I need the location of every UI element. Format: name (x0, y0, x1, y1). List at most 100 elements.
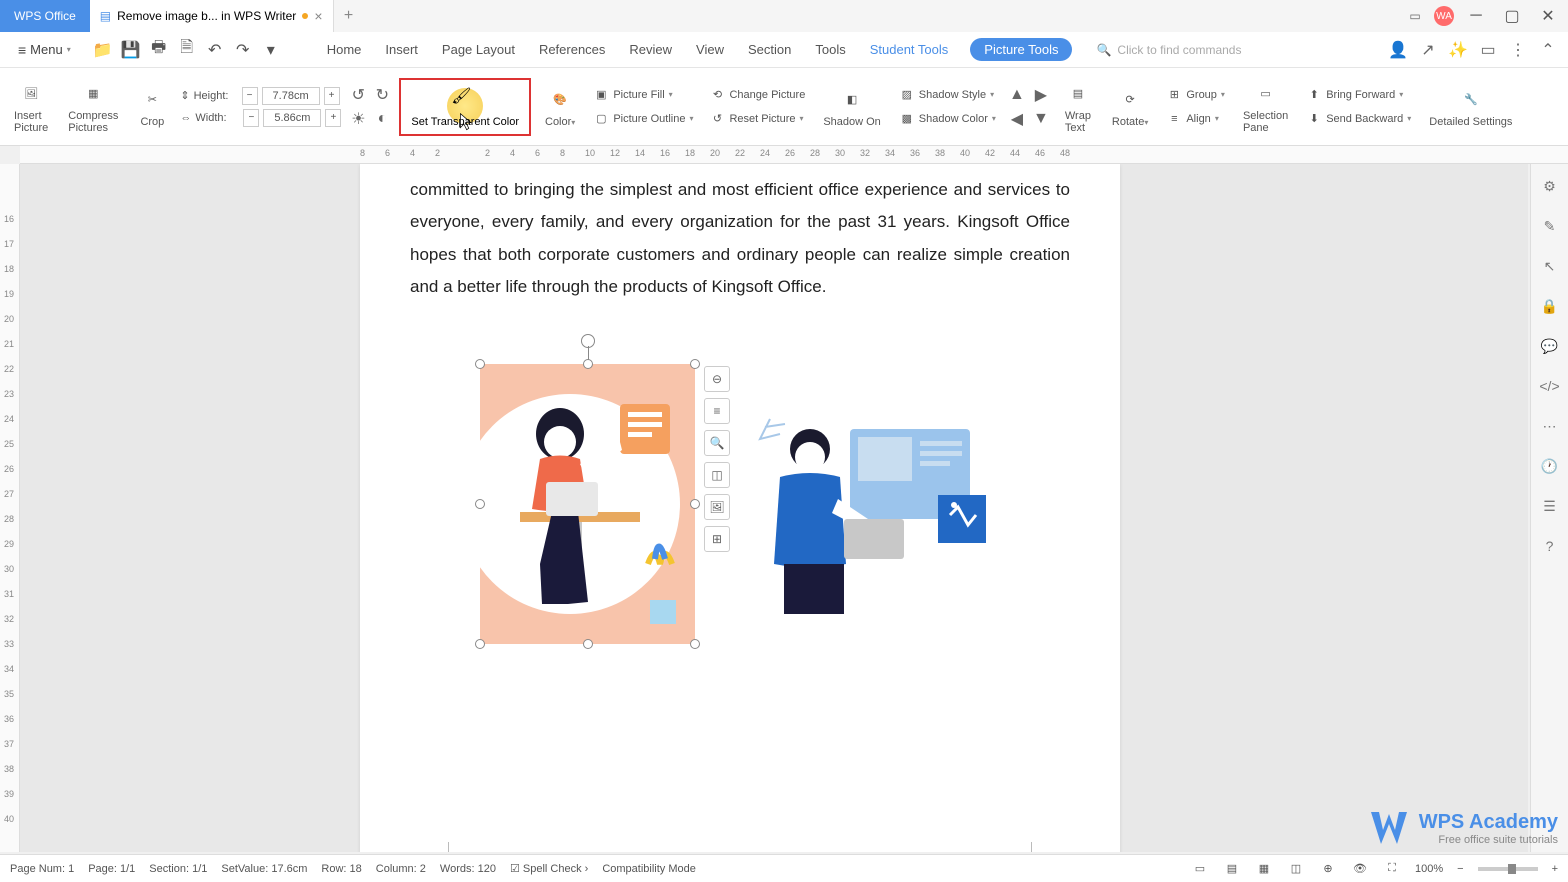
send-backward-button[interactable]: ⬇Send Backward▾ (1302, 109, 1415, 129)
width-field[interactable]: 5.86cm (263, 109, 321, 127)
tab-page-layout[interactable]: Page Layout (440, 38, 517, 61)
tab-tools[interactable]: Tools (813, 38, 847, 61)
float-zoom-icon[interactable]: 🔍 (704, 430, 730, 456)
document-canvas[interactable]: committed to bringing the simplest and m… (20, 164, 1528, 852)
tab-section[interactable]: Section (746, 38, 793, 61)
tab-references[interactable]: References (537, 38, 607, 61)
sp-clock-icon[interactable]: 🕐 (1538, 454, 1562, 478)
user-icon[interactable]: 👤 (1388, 40, 1408, 60)
share-icon[interactable]: ↗ (1418, 40, 1438, 60)
vertical-ruler[interactable]: 1617181920212223242526272829303132333435… (0, 164, 20, 852)
sp-stack-icon[interactable]: ☰ (1538, 494, 1562, 518)
float-picture-icon[interactable]: 🖼 (704, 494, 730, 520)
nudge-left-icon[interactable]: ◀ (1008, 110, 1026, 128)
status-compat[interactable]: Compatibility Mode (602, 863, 696, 875)
status-zoom[interactable]: 100% (1415, 863, 1443, 875)
resize-handle-br[interactable] (690, 639, 700, 649)
sp-pencil-icon[interactable]: ✎ (1538, 214, 1562, 238)
sp-lock-icon[interactable]: 🔒 (1538, 294, 1562, 318)
tab-review[interactable]: Review (627, 38, 674, 61)
sp-settings-icon[interactable]: ⚙ (1538, 174, 1562, 198)
zoom-slider[interactable] (1478, 867, 1538, 871)
compress-pictures-button[interactable]: ▦ Compress Pictures (62, 80, 124, 134)
status-words[interactable]: Words: 120 (440, 863, 496, 875)
tab-student-tools[interactable]: Student Tools (868, 38, 951, 61)
ai-icon[interactable]: ✨ (1448, 40, 1468, 60)
horizontal-ruler[interactable]: 8642246810121416182022242628303234363840… (20, 146, 1568, 164)
float-more-icon[interactable]: ⊞ (704, 526, 730, 552)
tab-home[interactable]: Home (325, 38, 364, 61)
float-crop-icon[interactable]: ◫ (704, 462, 730, 488)
menu-button[interactable]: ≡Menu▾ (10, 38, 79, 62)
resize-handle-tc[interactable] (583, 359, 593, 369)
tab-view[interactable]: View (694, 38, 726, 61)
selected-image[interactable] (480, 364, 695, 644)
change-picture-button[interactable]: ⟲Change Picture (705, 85, 809, 105)
resize-handle-bc[interactable] (583, 639, 593, 649)
color-button[interactable]: 🎨 Color▾ (539, 86, 581, 128)
zoom-out-icon[interactable]: − (1457, 863, 1463, 875)
rotate-button[interactable]: ⟳ Rotate▾ (1106, 86, 1154, 128)
new-tab-button[interactable]: + (334, 0, 364, 32)
status-section[interactable]: Section: 1/1 (149, 863, 207, 875)
window-layout-icon[interactable]: ▭ (1404, 5, 1426, 27)
tab-picture-tools[interactable]: Picture Tools (970, 38, 1072, 61)
zoom-in-icon[interactable]: + (1552, 863, 1558, 875)
sp-chat-icon[interactable]: 💬 (1538, 334, 1562, 358)
reset-picture-button[interactable]: ↺Reset Picture▾ (705, 109, 809, 129)
status-view3-icon[interactable]: ◫ (1287, 860, 1305, 878)
picture-outline-button[interactable]: ▢Picture Outline▾ (589, 109, 697, 129)
second-image[interactable] (750, 409, 990, 639)
float-collapse-icon[interactable]: ⊖ (704, 366, 730, 392)
resize-handle-tl[interactable] (475, 359, 485, 369)
open-icon[interactable]: 📁 (93, 40, 113, 60)
nudge-up-icon[interactable]: ▲ (1008, 86, 1026, 104)
minimize-button[interactable]: ─ (1462, 2, 1490, 30)
print-icon[interactable]: 🖶 (149, 40, 169, 60)
group-button[interactable]: ⊞Group▾ (1162, 85, 1229, 105)
contrast-icon[interactable]: ◐ (373, 110, 391, 128)
status-setvalue[interactable]: SetValue: 17.6cm (221, 863, 307, 875)
height-field[interactable]: 7.78cm (262, 87, 320, 105)
body-text[interactable]: committed to bringing the simplest and m… (360, 164, 1120, 313)
save-icon[interactable]: 💾 (121, 40, 141, 60)
status-fit-icon[interactable]: ⛶ (1383, 860, 1401, 878)
bring-forward-button[interactable]: ⬆Bring Forward▾ (1302, 85, 1415, 105)
status-web-icon[interactable]: ⊕ (1319, 860, 1337, 878)
rotate-right-icon[interactable]: ↻ (373, 86, 391, 104)
collapse-ribbon-icon[interactable]: ⌃ (1538, 40, 1558, 60)
resize-handle-tr[interactable] (690, 359, 700, 369)
width-decrease[interactable]: − (243, 109, 259, 127)
selection-pane-button[interactable]: ▭ Selection Pane (1237, 80, 1294, 134)
crop-button[interactable]: ✂ Crop (132, 86, 172, 128)
float-layout-icon[interactable]: ≡ (704, 398, 730, 424)
status-view1-icon[interactable]: ▤ (1223, 860, 1241, 878)
status-book-icon[interactable]: ▭ (1191, 860, 1209, 878)
shadow-on-button[interactable]: ◧ Shadow On (817, 86, 886, 128)
align-button[interactable]: ≡Align▾ (1162, 109, 1229, 129)
height-decrease[interactable]: − (242, 87, 258, 105)
undo-icon[interactable]: ↶ (205, 40, 225, 60)
insert-picture-button[interactable]: 🖼 Insert Picture (8, 80, 54, 134)
nudge-right-icon[interactable]: ▶ (1032, 86, 1050, 104)
user-avatar[interactable]: WA (1434, 6, 1454, 26)
resize-handle-ml[interactable] (475, 499, 485, 509)
qat-dropdown-icon[interactable]: ▾ (261, 40, 281, 60)
sp-cursor-icon[interactable]: ↖ (1538, 254, 1562, 278)
shadow-style-button[interactable]: ▨Shadow Style▾ (895, 85, 1000, 105)
sp-code-icon[interactable]: </> (1538, 374, 1562, 398)
detailed-settings-button[interactable]: 🔧 Detailed Settings (1423, 86, 1518, 128)
rotate-left-icon[interactable]: ↺ (349, 86, 367, 104)
sp-help-icon[interactable]: ? (1538, 534, 1562, 558)
tab-insert[interactable]: Insert (383, 38, 420, 61)
resize-handle-mr[interactable] (690, 499, 700, 509)
maximize-button[interactable]: ▢ (1498, 2, 1526, 30)
nudge-down-icon[interactable]: ▼ (1032, 110, 1050, 128)
status-column[interactable]: Column: 2 (376, 863, 426, 875)
status-page[interactable]: Page: 1/1 (88, 863, 135, 875)
status-eye-icon[interactable]: 👁 (1351, 860, 1369, 878)
wrap-text-button[interactable]: ▤ Wrap Text (1058, 80, 1098, 134)
status-spell[interactable]: ☑ Spell Check › (510, 862, 588, 875)
height-increase[interactable]: + (324, 87, 340, 105)
width-increase[interactable]: + (325, 109, 341, 127)
